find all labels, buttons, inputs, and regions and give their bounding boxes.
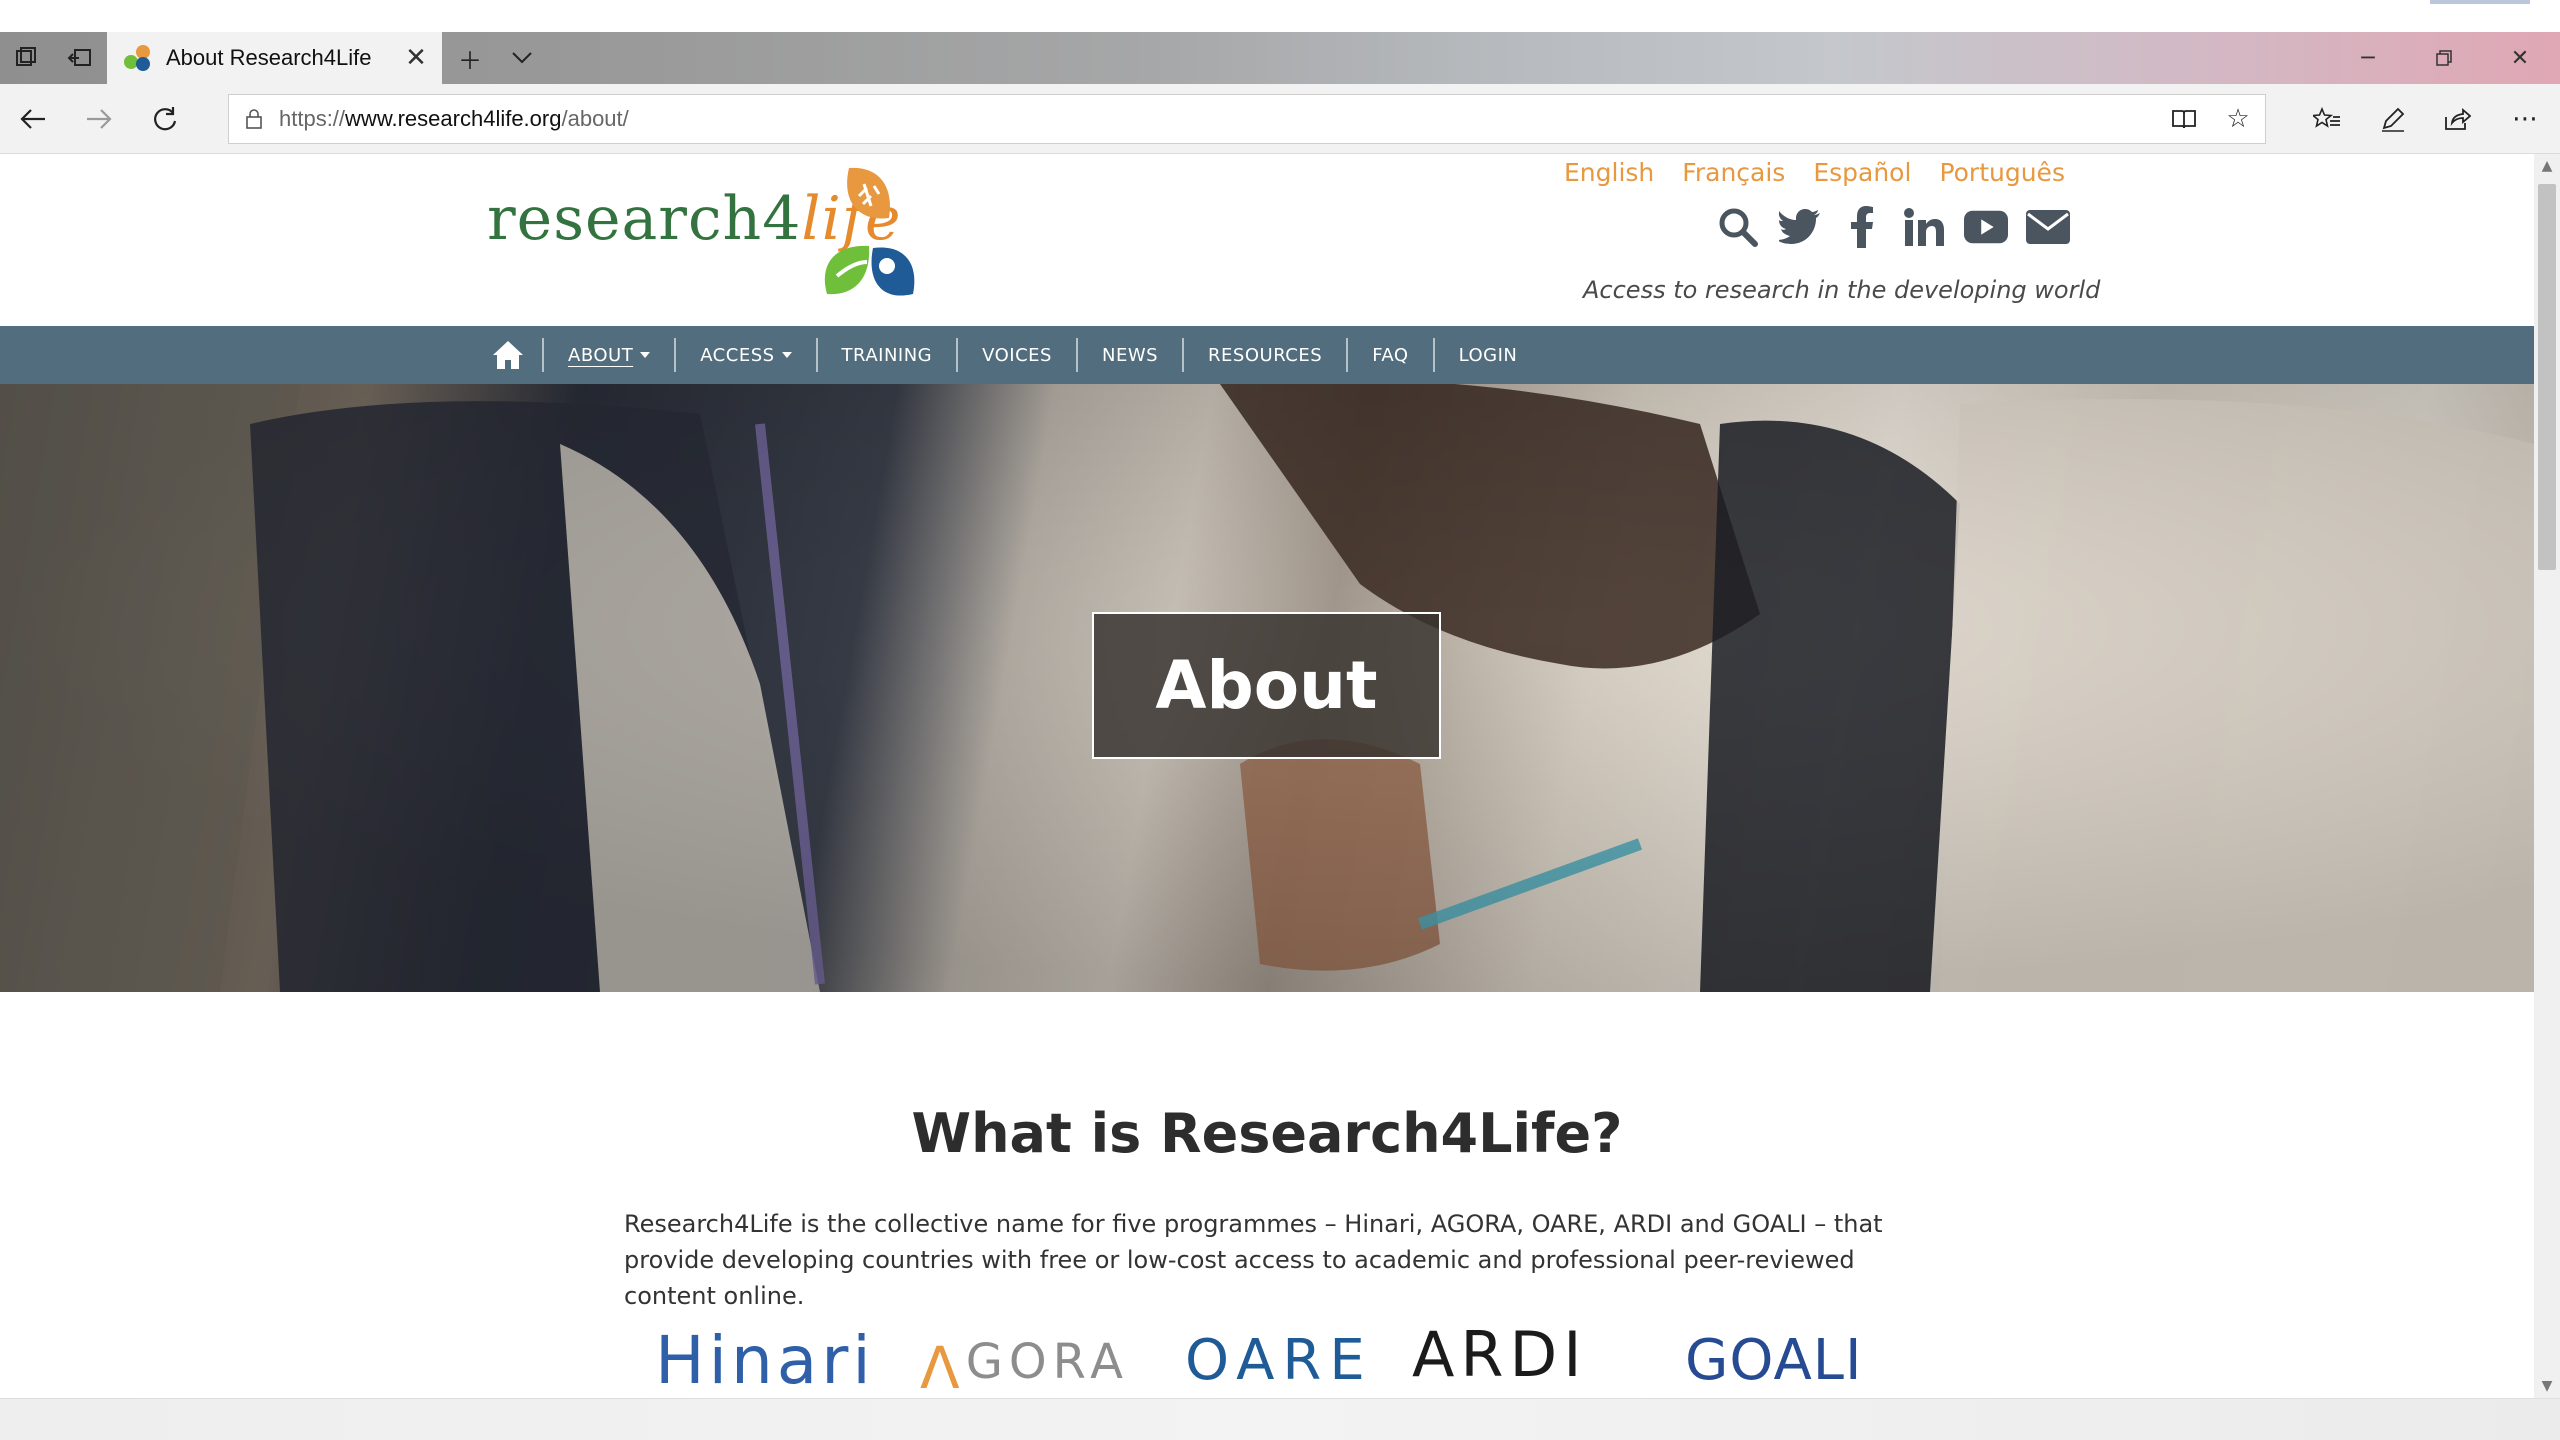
facebook-icon[interactable] (1840, 204, 1884, 250)
oare-logo[interactable]: OARE (1185, 1328, 1373, 1398)
restore-icon[interactable] (2406, 32, 2482, 84)
nav-divider (1182, 338, 1185, 372)
set-tabs-aside-icon[interactable] (54, 32, 106, 84)
social-icons (1716, 204, 2070, 250)
nav-divider (1075, 338, 1078, 372)
nav-item-training[interactable]: TRAINING (818, 326, 957, 384)
tab-active[interactable]: About Research4Life ✕ (107, 32, 442, 84)
nav-item-label: ABOUT (568, 344, 634, 366)
scrollbar-thumb[interactable] (2538, 184, 2556, 570)
nav-item-access[interactable]: ACCESS (676, 326, 815, 384)
tab-bar: About Research4Life ✕ ＋ ─ ✕ (0, 32, 2560, 84)
favorites-hub-icon[interactable] (2298, 94, 2356, 144)
window-top-strip (0, 0, 2560, 32)
share-icon[interactable] (2428, 94, 2486, 144)
hero-banner: About (0, 384, 2534, 992)
nav-item-label: FAQ (1372, 344, 1409, 366)
nav-divider (1432, 338, 1435, 372)
url-field[interactable]: https://www.research4life.org/about/ ☆ (228, 94, 2266, 144)
dropdown-caret-icon (781, 352, 792, 358)
section-heading: What is Research4Life? (911, 1102, 1623, 1165)
logo-text-main: research4 (487, 184, 802, 254)
lock-icon[interactable] (229, 108, 279, 130)
lang-portugues[interactable]: Português (1939, 158, 2065, 187)
tab-close-icon[interactable]: ✕ (390, 32, 442, 84)
hinari-logo[interactable]: Hinari (655, 1322, 875, 1398)
bottom-strip (0, 1398, 2560, 1440)
nav-item-news[interactable]: NEWS (1078, 326, 1182, 384)
hero-title-box: About (1092, 612, 1441, 759)
nav-item-label: TRAINING (841, 344, 933, 366)
mail-icon[interactable] (2026, 204, 2070, 250)
nav-divider (542, 338, 544, 372)
lang-english[interactable]: English (1564, 158, 1654, 187)
section-paragraph: Research4Life is the collective name for… (624, 1210, 1883, 1310)
goali-logo[interactable]: GOALI (1685, 1328, 1863, 1398)
url-path: /about/ (561, 106, 629, 131)
nav-item-label: VOICES (982, 344, 1052, 366)
nav-item-label: LOGIN (1458, 344, 1518, 366)
web-note-pen-icon[interactable] (2364, 94, 2422, 144)
new-tab-icon[interactable]: ＋ (444, 32, 496, 84)
nav-divider (956, 338, 959, 372)
page-viewport: research4life English Français Español P… (0, 154, 2534, 1398)
favorite-star-icon[interactable]: ☆ (2211, 95, 2265, 143)
hero-title: About (1155, 647, 1378, 724)
main-navigation: ABOUT ACCESS TRAINING VOICES NEWS RESOUR… (0, 326, 2534, 384)
more-options-icon[interactable]: ⋯ (2496, 94, 2554, 144)
linkedin-icon[interactable] (1902, 204, 1946, 250)
minimize-icon[interactable]: ─ (2330, 32, 2406, 84)
home-icon[interactable] (474, 326, 542, 384)
url-host: www.research4life.org (345, 106, 562, 131)
nav-divider (815, 338, 818, 372)
site-tagline: Access to research in the developing wor… (1583, 276, 2101, 304)
nav-item-label: RESOURCES (1208, 344, 1323, 366)
url-text[interactable]: https://www.research4life.org/about/ (279, 106, 2157, 132)
tab-preview-icon[interactable] (0, 32, 52, 84)
close-window-icon[interactable]: ✕ (2482, 32, 2558, 84)
ardi-logo[interactable]: ARDI (1412, 1318, 1588, 1398)
youtube-icon[interactable] (1964, 204, 2008, 250)
window-accent (2430, 0, 2530, 4)
refresh-icon[interactable] (140, 94, 190, 144)
nav-item-about[interactable]: ABOUT (544, 326, 674, 384)
nav-item-label: ACCESS (700, 344, 775, 366)
back-icon[interactable] (8, 94, 58, 144)
search-icon[interactable] (1716, 204, 1760, 250)
agora-logo[interactable]: Λ GORA (920, 1334, 1129, 1398)
nav-item-login[interactable]: LOGIN (1435, 326, 1542, 384)
logo-petals-icon (824, 167, 915, 296)
nav-item-resources[interactable]: RESOURCES (1184, 326, 1346, 384)
nav-divider (1346, 338, 1349, 372)
agora-text: GORA (965, 1334, 1129, 1390)
agora-a-mark: Λ (920, 1334, 966, 1398)
lang-espanol[interactable]: Español (1813, 158, 1911, 187)
reading-view-icon[interactable] (2157, 95, 2211, 143)
research4life-favicon (124, 45, 150, 71)
url-prefix: https:// (279, 106, 346, 131)
nav-item-label: NEWS (1101, 344, 1159, 366)
nav-item-voices[interactable]: VOICES (958, 326, 1076, 384)
nav-divider (674, 338, 677, 372)
language-switcher: English Français Español Português (1564, 158, 2065, 187)
research4life-logo[interactable]: research4life (487, 166, 915, 306)
program-logos: Hinari Λ GORA OARE ARDI GOALI (0, 1318, 2534, 1398)
tab-list-chevron-icon[interactable] (496, 32, 548, 84)
page-scrollbar[interactable]: ▲ ▼ (2534, 154, 2560, 1398)
lang-francais[interactable]: Français (1682, 158, 1785, 187)
site-header: research4life English Français Español P… (0, 154, 2534, 326)
tab-title: About Research4Life (166, 45, 372, 70)
scroll-up-icon[interactable]: ▲ (2534, 154, 2560, 178)
twitter-icon[interactable] (1778, 204, 1822, 250)
forward-icon[interactable] (74, 94, 124, 144)
dropdown-caret-icon (640, 352, 651, 358)
scroll-down-icon[interactable]: ▼ (2534, 1374, 2560, 1398)
nav-item-faq[interactable]: FAQ (1348, 326, 1432, 384)
address-bar: https://www.research4life.org/about/ ☆ ⋯ (0, 84, 2560, 154)
